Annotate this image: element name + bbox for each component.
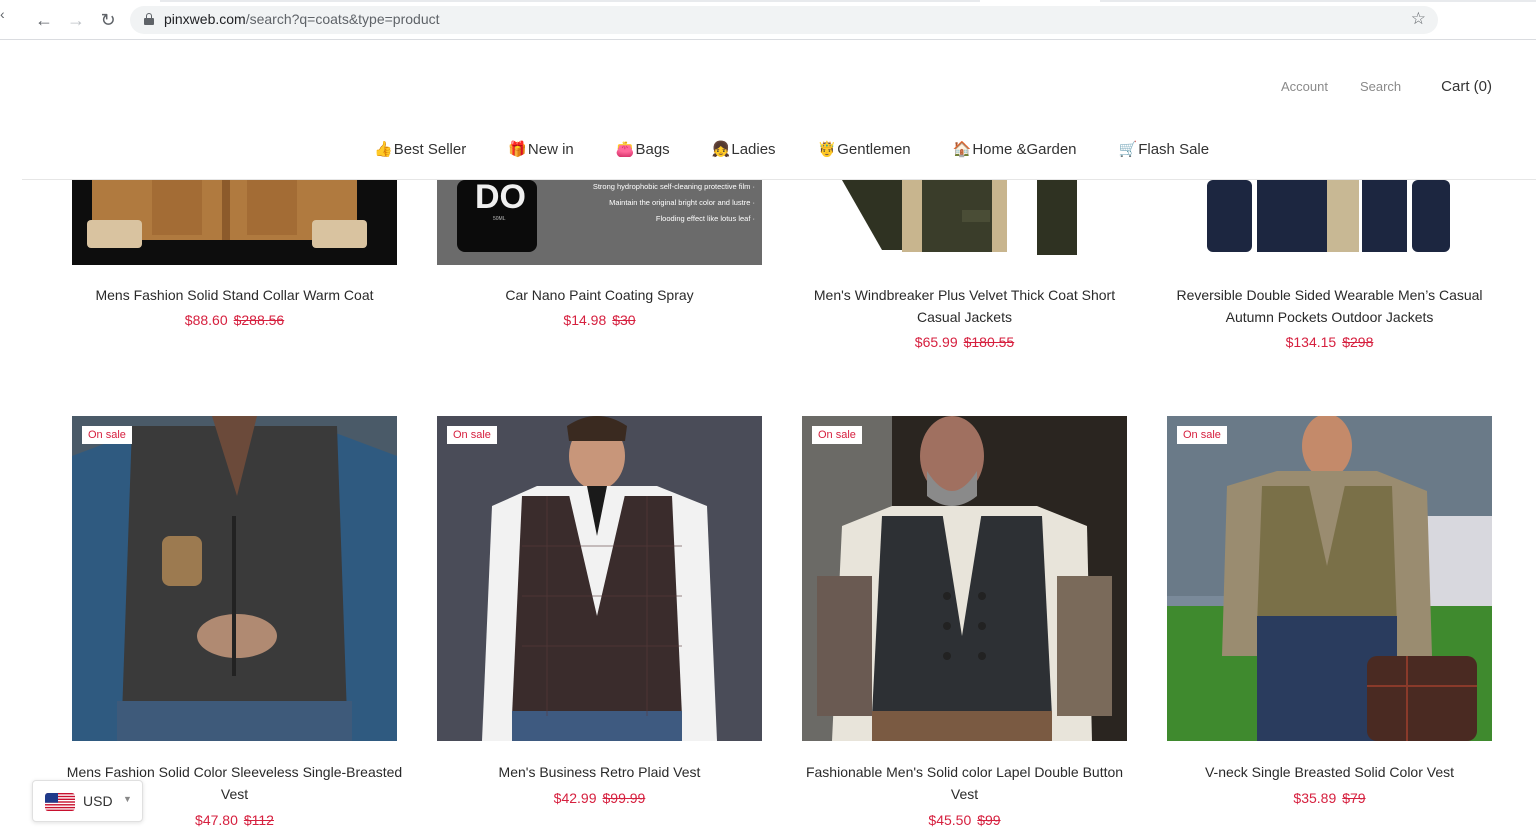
- product-image[interactable]: On sale: [802, 416, 1127, 741]
- image-caption: Flooding effect like lotus leaf ·: [656, 214, 755, 223]
- lock-icon: [144, 13, 154, 25]
- product-price: $45.50 $99: [802, 812, 1127, 828]
- original-price: $298: [1342, 334, 1374, 350]
- sale-price: $134.15: [1285, 334, 1337, 350]
- sale-price: $47.80: [195, 812, 238, 828]
- original-price: $99.99: [602, 790, 646, 806]
- original-price: $180.55: [963, 334, 1015, 350]
- sale-price: $42.99: [553, 790, 597, 806]
- prince-icon: 🤴: [817, 141, 837, 158]
- nav-item-new-in[interactable]: 🎁 New in: [508, 140, 574, 159]
- sale-price: $14.98: [563, 312, 607, 328]
- nav-item-label: New in: [527, 140, 574, 158]
- tab-strip: [160, 0, 980, 2]
- product-title[interactable]: Fashionable Men's Solid color Lapel Doub…: [792, 761, 1137, 805]
- product-price: $65.99 $180.55: [802, 334, 1127, 350]
- nav-item-home-garden[interactable]: 🏠 Home &Garden: [952, 140, 1077, 159]
- house-icon: 🏠: [952, 141, 972, 158]
- product-price: $14.98 $30: [437, 312, 762, 328]
- original-price: $79: [1342, 790, 1366, 806]
- product-image[interactable]: On sale: [437, 416, 762, 741]
- original-price: $112: [243, 812, 274, 828]
- arrow-left-icon[interactable]: ←: [32, 8, 56, 32]
- thumbs-up-icon: 👍: [374, 141, 393, 158]
- product-image[interactable]: On sale: [1167, 416, 1492, 741]
- gift-icon: 🎁: [508, 141, 527, 158]
- image-caption: Maintain the original bright color and l…: [609, 198, 755, 207]
- url-text[interactable]: pinxweb.com/search?q=coats&type=product: [164, 11, 440, 27]
- search-link[interactable]: Search: [1360, 79, 1401, 94]
- nav-item-label: Home &Garden: [972, 140, 1077, 158]
- url-path: /search?q=coats&type=product: [245, 11, 440, 27]
- nav-item-label: Flash Sale: [1138, 140, 1210, 158]
- original-price: $288.56: [233, 312, 285, 328]
- nav-item-gentlemen[interactable]: 🤴 Gentlemen: [817, 140, 911, 159]
- svg-text:DO: DO: [475, 180, 526, 216]
- account-link[interactable]: Account: [1281, 79, 1328, 94]
- chevron-left-icon[interactable]: ‹: [0, 6, 20, 22]
- product-image[interactable]: [72, 180, 397, 265]
- address-bar[interactable]: pinxweb.com/search?q=coats&type=product …: [130, 6, 1438, 34]
- caret-down-icon: ▼: [123, 794, 132, 804]
- sale-price: $65.99: [914, 334, 958, 350]
- sale-badge: On sale: [447, 426, 497, 444]
- sale-badge: On sale: [1177, 426, 1227, 444]
- currency-selector[interactable]: USD ▼: [32, 780, 143, 822]
- product-price: $88.60 $288.56: [72, 312, 397, 328]
- site-header: Account Search Cart (0) 👍 Best Seller 🎁 Ne…: [22, 40, 1536, 180]
- us-flag-icon: [45, 793, 75, 811]
- browser-toolbar: ‹ ← → ↻ pinxweb.com/search?q=coats&type=…: [0, 0, 1536, 40]
- url-host: pinxweb.com: [164, 11, 246, 27]
- product-price: $134.15 $298: [1167, 334, 1492, 350]
- product-price: $35.89 $79: [1167, 790, 1492, 806]
- sale-price: $88.60: [184, 312, 228, 328]
- star-icon[interactable]: ☆: [1411, 9, 1426, 29]
- product-image[interactable]: [1167, 180, 1492, 265]
- nav-item-label: Bags: [635, 140, 670, 158]
- arrow-right-icon[interactable]: →: [64, 8, 88, 32]
- product-price: $42.99 $99.99: [437, 790, 762, 806]
- product-title[interactable]: Men's Windbreaker Plus Velvet Thick Coat…: [792, 284, 1137, 328]
- nav-item-flash-sale[interactable]: 🛒 Flash Sale: [1118, 140, 1210, 159]
- shopping-cart-icon: 🛒: [1118, 141, 1138, 158]
- reload-icon[interactable]: ↻: [96, 8, 120, 32]
- purse-icon: 👛: [615, 141, 635, 158]
- nav-item-bags[interactable]: 👛 Bags: [615, 140, 670, 159]
- svg-text:50ML: 50ML: [493, 216, 506, 222]
- image-caption: Strong hydrophobic self-cleaning protect…: [593, 182, 755, 191]
- product-image[interactable]: [802, 180, 1127, 265]
- girl-icon: 👧: [711, 141, 731, 158]
- nav-item-label: Ladies: [731, 140, 776, 158]
- nav-item-label: Best Seller: [393, 140, 467, 158]
- product-image[interactable]: On sale: [72, 416, 397, 741]
- main-navigation: 👍 Best Seller 🎁 New in 👛 Bags 👧 Ladies 🤴 Gent…: [374, 140, 1210, 159]
- product-title[interactable]: Mens Fashion Solid Stand Collar Warm Coa…: [62, 284, 407, 306]
- header-utility-links: Account Search Cart (0): [1249, 78, 1492, 95]
- sale-price: $45.50: [928, 812, 972, 828]
- tab-strip: [1100, 0, 1536, 2]
- cart-link[interactable]: Cart (0): [1441, 78, 1492, 95]
- product-title[interactable]: V-neck Single Breasted Solid Color Vest: [1157, 761, 1502, 783]
- sale-price: $35.89: [1293, 790, 1337, 806]
- original-price: $99: [977, 812, 1001, 828]
- original-price: $30: [612, 312, 636, 328]
- currency-code: USD: [83, 793, 113, 809]
- product-title[interactable]: Reversible Double Sided Wearable Men’s C…: [1157, 284, 1502, 328]
- product-image[interactable]: DO 50ML Strong hydrophobic self-cleaning…: [437, 180, 762, 265]
- nav-item-ladies[interactable]: 👧 Ladies: [711, 140, 776, 159]
- product-title[interactable]: Car Nano Paint Coating Spray: [427, 284, 772, 306]
- product-title[interactable]: Men's Business Retro Plaid Vest: [427, 761, 772, 783]
- sale-badge: On sale: [82, 426, 132, 444]
- sale-badge: On sale: [812, 426, 862, 444]
- nav-item-label: Gentlemen: [837, 140, 911, 158]
- nav-item-best-seller[interactable]: 👍 Best Seller: [374, 140, 467, 159]
